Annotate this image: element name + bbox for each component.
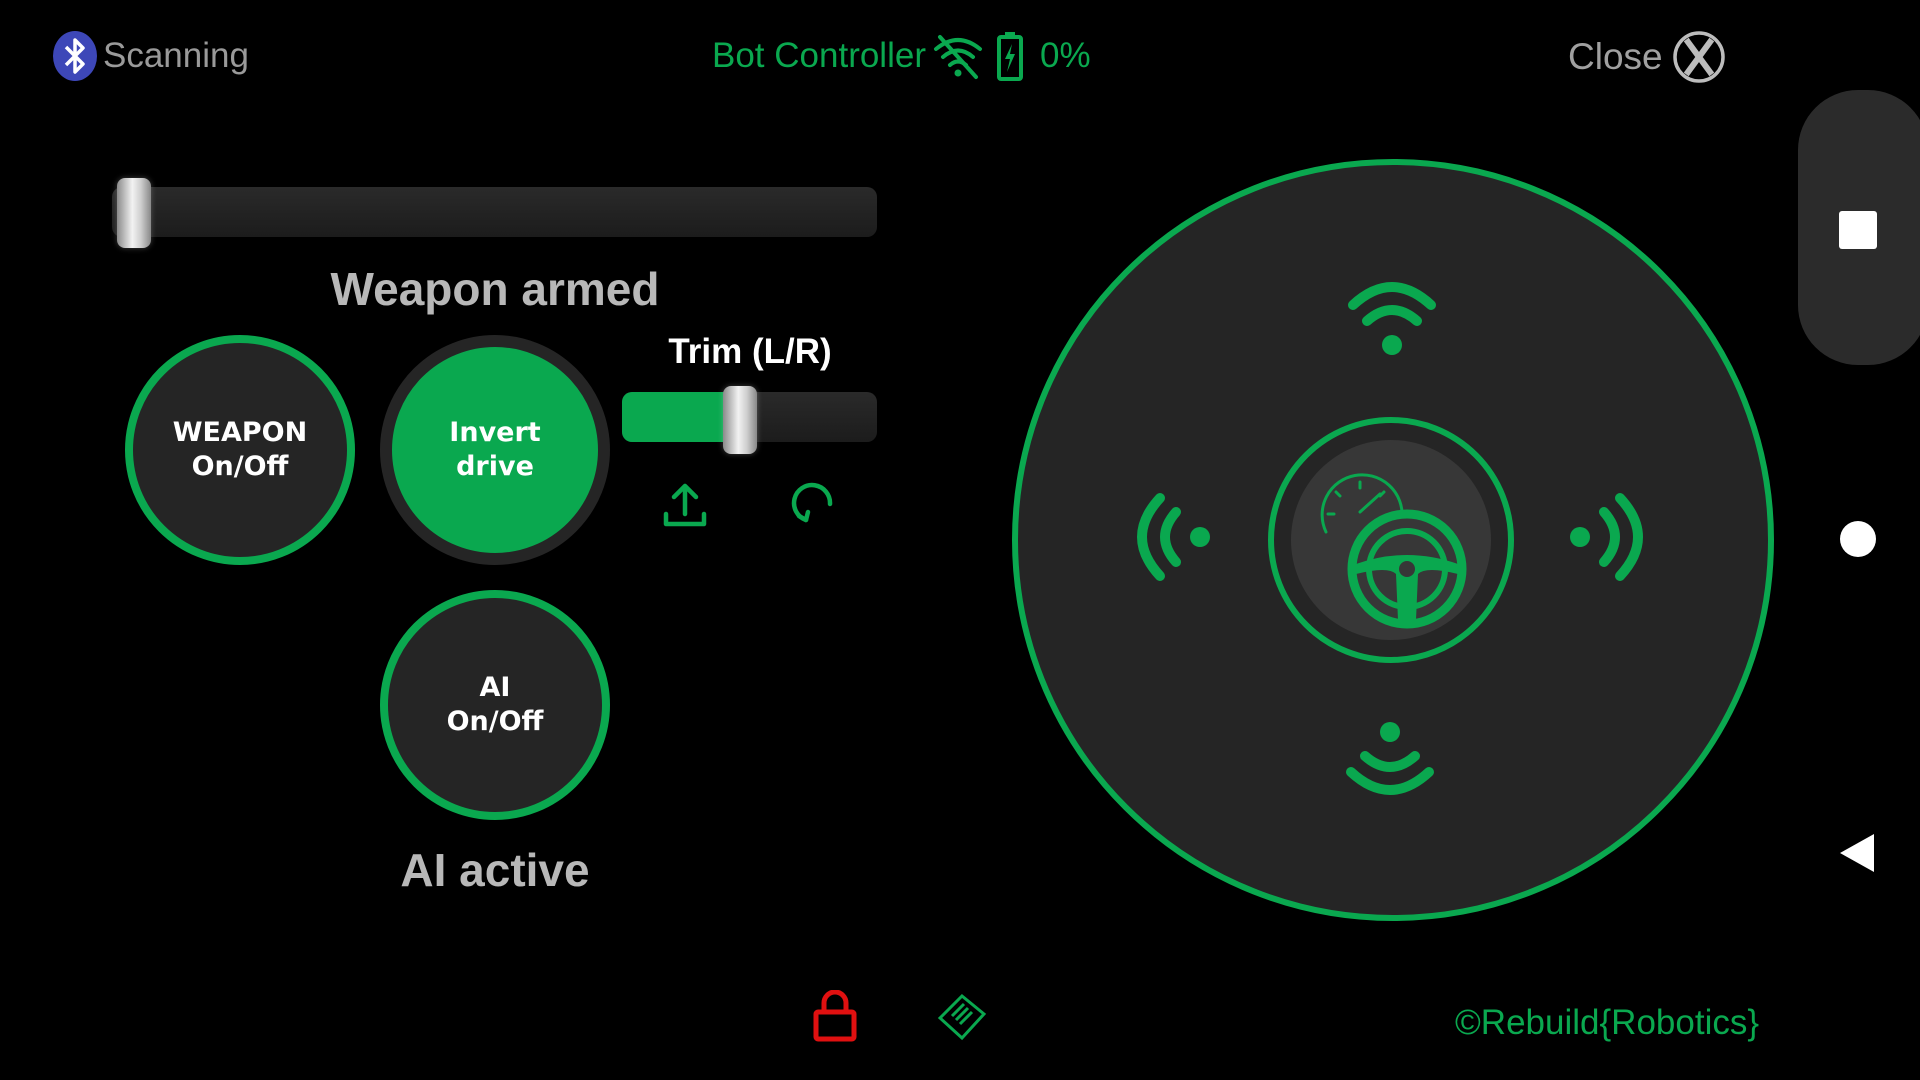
signal-right-icon — [1568, 490, 1650, 584]
trim-label: Trim (L/R) — [668, 332, 832, 371]
weapon-button-line2: On/Off — [191, 451, 289, 482]
steering-wheel-icon — [1346, 508, 1468, 630]
weapon-button-line1: WEAPON — [172, 417, 308, 448]
signal-back-icon — [1343, 720, 1437, 802]
weapon-speed-slider[interactable] — [112, 187, 877, 237]
back-icon[interactable] — [1836, 832, 1878, 874]
home-icon[interactable] — [1840, 521, 1876, 557]
weapon-status-label: Weapon armed — [330, 263, 660, 315]
bluetooth-status: Scanning — [103, 36, 249, 75]
close-x-icon[interactable] — [1672, 30, 1726, 84]
lock-icon[interactable] — [812, 989, 858, 1042]
battery-charging-icon — [996, 30, 1024, 82]
bluetooth-icon[interactable] — [50, 30, 100, 82]
invert-drive-button[interactable]: Invert drive — [380, 335, 610, 565]
trim-slider-handle[interactable] — [722, 386, 757, 454]
ai-button-line2: On/Off — [446, 706, 544, 737]
weapon-toggle-button[interactable]: WEAPON On/Off — [125, 335, 355, 565]
ai-button-line1: AI — [479, 672, 511, 703]
invert-button-line2: drive — [456, 451, 534, 482]
wifi-off-icon — [932, 33, 984, 81]
recents-icon[interactable] — [1839, 211, 1877, 249]
invert-button-line1: Invert — [449, 417, 541, 448]
gamepad-icon[interactable] — [936, 992, 988, 1042]
upload-icon[interactable] — [660, 480, 710, 530]
signal-forward-icon — [1345, 275, 1439, 357]
ai-toggle-button[interactable]: AI On/Off — [380, 590, 610, 820]
weapon-slider-handle[interactable] — [117, 178, 151, 248]
signal-left-icon — [1130, 490, 1212, 584]
close-label[interactable]: Close — [1568, 36, 1663, 78]
copyright-label: ©Rebuild{Robotics} — [1455, 1003, 1760, 1042]
ai-status-label: AI active — [400, 844, 590, 896]
battery-percent: 0% — [1040, 36, 1091, 75]
app-title: Bot Controller — [712, 36, 926, 75]
reset-icon[interactable] — [786, 480, 836, 530]
